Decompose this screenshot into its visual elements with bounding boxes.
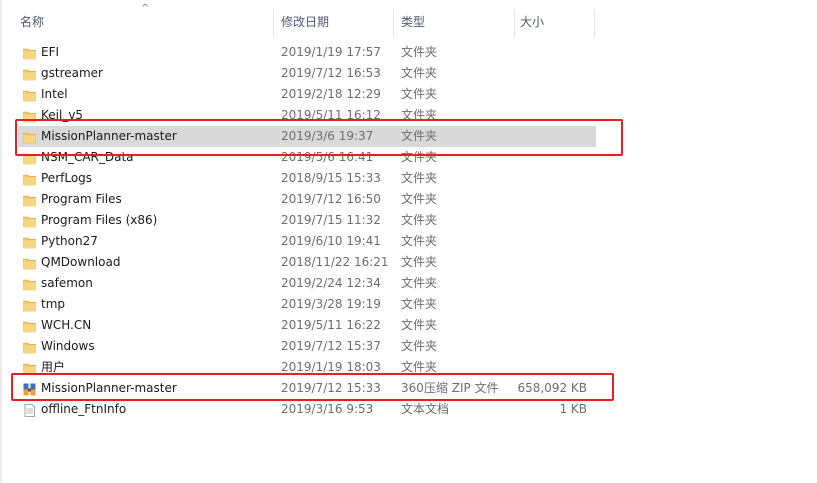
file-row[interactable]: Program Files (x86) 2019/7/15 11:32 文件夹 bbox=[12, 210, 612, 231]
folder-icon bbox=[23, 319, 36, 333]
file-type: 文件夹 bbox=[401, 318, 438, 332]
column-divider[interactable] bbox=[393, 10, 394, 36]
column-header-type[interactable]: 类型 bbox=[401, 8, 425, 36]
sort-ascending-icon: ^ bbox=[141, 3, 150, 14]
file-row[interactable]: Python27 2019/6/10 19:41 文件夹 bbox=[12, 231, 612, 252]
file-modified-date: 2019/2/24 12:34 bbox=[281, 276, 381, 290]
folder-icon bbox=[23, 277, 36, 291]
file-row[interactable]: Program Files 2019/7/12 16:50 文件夹 bbox=[12, 189, 612, 210]
file-modified-date: 2019/6/10 19:41 bbox=[281, 234, 381, 248]
file-row[interactable]: gstreamer 2019/7/12 16:53 文件夹 bbox=[12, 63, 612, 84]
file-type: 文件夹 bbox=[401, 171, 438, 185]
folder-icon bbox=[23, 340, 36, 354]
file-row[interactable]: Windows 2019/7/12 15:37 文件夹 bbox=[12, 336, 612, 357]
column-header-modified[interactable]: 修改日期 bbox=[281, 8, 329, 36]
file-name: tmp bbox=[41, 297, 66, 311]
file-name: QMDownload bbox=[41, 255, 121, 269]
column-header-bar: ^ 名称 修改日期 类型 大小 bbox=[12, 4, 596, 36]
file-row[interactable]: QMDownload 2018/11/22 16:21 文件夹 bbox=[12, 252, 612, 273]
file-row[interactable]: EFI 2019/1/19 17:57 文件夹 bbox=[12, 42, 612, 63]
file-type: 文件夹 bbox=[401, 213, 438, 227]
file-row[interactable]: tmp 2019/3/28 19:19 文件夹 bbox=[12, 294, 612, 315]
file-modified-date: 2018/9/15 15:33 bbox=[281, 171, 381, 185]
folder-icon bbox=[23, 193, 36, 207]
file-modified-date: 2019/7/15 11:32 bbox=[281, 213, 381, 227]
red-highlight-box-zip bbox=[11, 373, 614, 401]
folder-icon bbox=[23, 172, 36, 186]
file-type: 文件夹 bbox=[401, 192, 438, 206]
file-type: 文件夹 bbox=[401, 87, 438, 101]
file-modified-date: 2019/7/12 15:37 bbox=[281, 339, 381, 353]
file-modified-date: 2019/3/16 9:53 bbox=[281, 402, 374, 416]
file-modified-date: 2019/1/19 17:57 bbox=[281, 45, 381, 59]
text-document-icon bbox=[23, 403, 36, 417]
file-name: PerfLogs bbox=[41, 171, 93, 185]
file-modified-date: 2018/11/22 16:21 bbox=[281, 255, 389, 269]
column-header-size[interactable]: 大小 bbox=[520, 8, 544, 36]
file-type: 文件夹 bbox=[401, 255, 438, 269]
file-list: EFI 2019/1/19 17:57 文件夹 gstreamer 2019/7/12 … bbox=[12, 42, 612, 420]
file-name: Intel bbox=[41, 87, 68, 101]
folder-icon bbox=[23, 256, 36, 270]
file-type: 文本文档 bbox=[401, 402, 450, 416]
folder-icon bbox=[23, 214, 36, 228]
file-name: Program Files bbox=[41, 192, 122, 206]
file-name: Windows bbox=[41, 339, 95, 353]
folder-icon bbox=[23, 67, 36, 81]
file-type: 文件夹 bbox=[401, 45, 438, 59]
file-name: gstreamer bbox=[41, 66, 103, 80]
folder-icon bbox=[23, 235, 36, 249]
window-left-border bbox=[0, 0, 2, 483]
file-row[interactable]: Intel 2019/2/18 12:29 文件夹 bbox=[12, 84, 612, 105]
file-name: Program Files (x86) bbox=[41, 213, 158, 227]
file-modified-date: 2019/5/11 16:22 bbox=[281, 318, 381, 332]
file-modified-date: 2019/3/28 19:19 bbox=[281, 297, 381, 311]
column-header-name[interactable]: 名称 bbox=[20, 8, 44, 36]
column-divider[interactable] bbox=[514, 10, 515, 36]
file-name: EFI bbox=[41, 45, 60, 59]
file-type: 文件夹 bbox=[401, 234, 438, 248]
folder-icon bbox=[23, 88, 36, 102]
file-type: 文件夹 bbox=[401, 66, 438, 80]
file-name: Python27 bbox=[41, 234, 98, 248]
file-type: 文件夹 bbox=[401, 297, 438, 311]
file-modified-date: 2019/7/12 16:53 bbox=[281, 66, 381, 80]
column-divider[interactable] bbox=[594, 10, 595, 36]
file-row[interactable]: safemon 2019/2/24 12:34 文件夹 bbox=[12, 273, 612, 294]
folder-icon bbox=[23, 46, 36, 60]
file-size: 1 KB bbox=[559, 402, 587, 416]
column-divider[interactable] bbox=[273, 10, 274, 36]
file-row[interactable]: WCH.CN 2019/5/11 16:22 文件夹 bbox=[12, 315, 612, 336]
file-row[interactable]: PerfLogs 2018/9/15 15:33 文件夹 bbox=[12, 168, 612, 189]
folder-icon bbox=[23, 298, 36, 312]
red-highlight-box-folder bbox=[15, 119, 623, 156]
file-name: safemon bbox=[41, 276, 93, 290]
file-modified-date: 2019/7/12 16:50 bbox=[281, 192, 381, 206]
file-type: 文件夹 bbox=[401, 276, 438, 290]
file-modified-date: 2019/2/18 12:29 bbox=[281, 87, 381, 101]
file-row[interactable]: offline_FtnInfo 2019/3/16 9:53 文本文档 1 KB bbox=[12, 399, 612, 420]
file-name: WCH.CN bbox=[41, 318, 92, 332]
file-name: offline_FtnInfo bbox=[41, 402, 127, 416]
file-type: 文件夹 bbox=[401, 339, 438, 353]
